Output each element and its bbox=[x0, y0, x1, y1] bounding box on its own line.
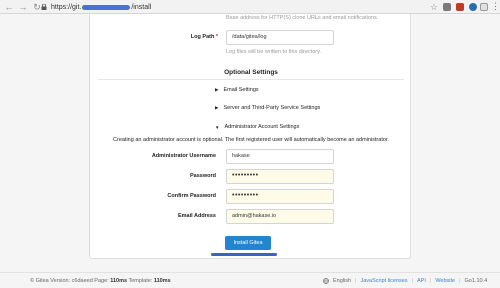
page-footer: © Gitea Version: c6daeed Page: 110ms Tem… bbox=[0, 272, 500, 288]
go-version: Go1.10.4 bbox=[464, 278, 488, 284]
password-input[interactable]: ••••••••• bbox=[226, 169, 334, 184]
admin-note: Creating an administrator account is opt… bbox=[113, 137, 389, 143]
address-bar[interactable]: https://git. /install bbox=[41, 2, 151, 12]
lock-icon bbox=[41, 4, 47, 10]
redacted-domain bbox=[82, 4, 131, 10]
log-path-input[interactable]: /data/gitea/log bbox=[226, 30, 334, 45]
caret-down-icon: ▼ bbox=[215, 124, 220, 130]
separator: | bbox=[411, 278, 413, 284]
separator: | bbox=[459, 278, 461, 284]
email-address-label: Email Address bbox=[177, 213, 216, 219]
install-form: Base address for HTTP(S) clone URLs and … bbox=[89, 14, 411, 259]
website-link[interactable]: Website bbox=[435, 278, 455, 284]
browser-toolbar: ← → ↻ https://git. /install ☆ ⋮ bbox=[0, 0, 500, 14]
domain-helper-text: Base address for HTTP(S) clone URLs and … bbox=[226, 15, 379, 21]
email-settings-toggle[interactable]: ▶ Email Settings bbox=[215, 87, 259, 93]
log-path-label: Log Path * bbox=[190, 34, 218, 40]
separator: | bbox=[355, 278, 357, 284]
server-settings-toggle[interactable]: ▶ Server and Third-Party Service Setting… bbox=[215, 105, 320, 111]
install-gitea-button[interactable]: Install Gitea bbox=[225, 236, 271, 250]
extension-icon[interactable] bbox=[456, 3, 464, 11]
globe-icon bbox=[323, 278, 329, 284]
separator: | bbox=[429, 278, 432, 284]
version-info: © Gitea Version: c6daeed Page: 110ms Tem… bbox=[30, 278, 171, 284]
confirm-password-label: Confirm Password bbox=[167, 193, 216, 199]
extension-icon[interactable] bbox=[469, 3, 477, 11]
back-arrow-icon[interactable]: ← bbox=[4, 2, 14, 12]
confirm-password-input[interactable]: ••••••••• bbox=[226, 189, 334, 204]
section-divider bbox=[98, 79, 404, 80]
optional-settings-title: Optional Settings bbox=[224, 69, 278, 76]
admin-settings-toggle[interactable]: ▼ Administrator Account Settings bbox=[215, 124, 299, 130]
forward-arrow-icon[interactable]: → bbox=[18, 2, 28, 12]
password-label: Password bbox=[190, 173, 216, 179]
menu-dots-icon[interactable]: ⋮ bbox=[491, 1, 500, 11]
caret-right-icon: ▶ bbox=[215, 105, 219, 110]
api-link[interactable]: API bbox=[417, 278, 426, 284]
admin-username-label: Administrator Username bbox=[151, 153, 216, 159]
url-suffix: /install bbox=[131, 3, 152, 11]
caret-right-icon: ▶ bbox=[215, 87, 219, 92]
highlight-underline bbox=[211, 253, 277, 256]
language-selector[interactable]: English bbox=[333, 278, 351, 284]
js-licenses-link[interactable]: JavaScript licenses bbox=[360, 278, 407, 284]
footer-links: English | JavaScript licenses | API | We… bbox=[323, 278, 487, 284]
extension-icon[interactable] bbox=[480, 3, 488, 11]
log-path-helper-text: Log files will be written to this direct… bbox=[226, 49, 321, 55]
extension-icon[interactable] bbox=[443, 3, 451, 11]
bookmark-star-icon[interactable]: ☆ bbox=[430, 2, 438, 13]
admin-username-input[interactable]: hakase bbox=[226, 149, 334, 164]
url-prefix: https://git. bbox=[51, 3, 82, 11]
email-address-input[interactable]: admin@hakase.io bbox=[226, 209, 334, 224]
